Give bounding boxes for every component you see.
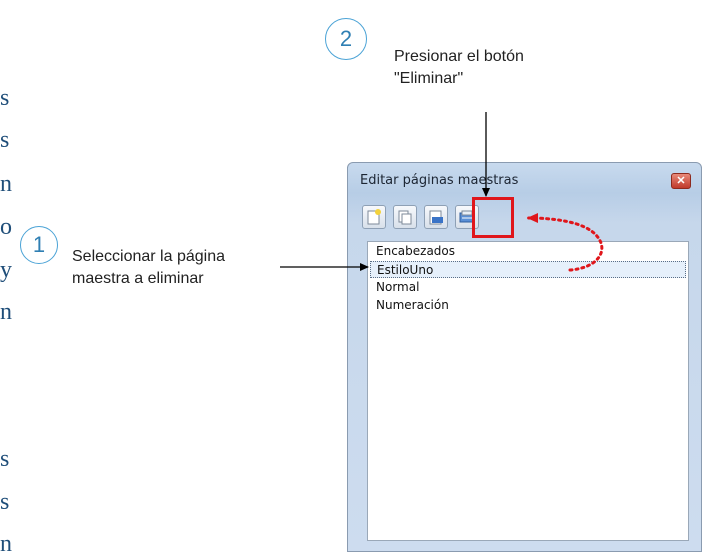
dotted-red-arrow: [526, 213, 604, 272]
annotation-arrows: [280, 112, 604, 272]
